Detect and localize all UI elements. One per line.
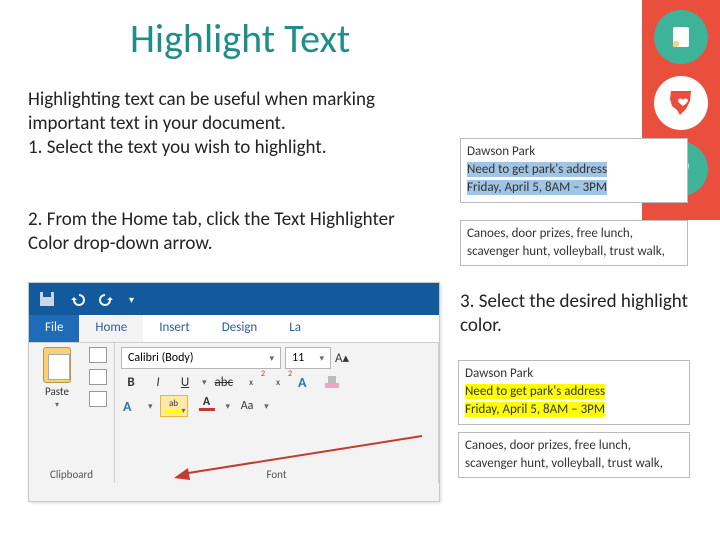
font-color-button[interactable]: A [195,395,219,417]
superscript-button[interactable]: x2 [268,372,288,392]
ribbon-tabs: File Home Insert Design La [29,315,439,343]
font-name-select[interactable]: Calibri (Body) ▾ [121,347,281,369]
tab-insert[interactable]: Insert [143,315,206,342]
font-group: Calibri (Body) ▾ 11 ▾ A▴ B I U ▾ abc x2 … [115,343,439,483]
page-title: Highlight Text [130,14,350,63]
paste-icon [43,347,71,383]
qat-dropdown-icon[interactable]: ▾ [129,293,134,306]
sample-line-selected: Need to get park's address [467,162,607,177]
increase-font-icon[interactable]: A▴ [335,351,349,366]
sample-line-selected: Friday, April 5, 8AM – 3PM [467,180,607,195]
format-painter-icon[interactable] [89,391,107,407]
change-case-button[interactable]: Aa [237,396,257,416]
sample-line: Dawson Park [465,365,683,383]
ohio-heart-icon [654,76,708,130]
highlight-color-swatch [165,410,183,414]
clipboard-group: Paste ▾ Clipboard [29,343,115,483]
underline-button[interactable]: U [175,372,195,392]
sample-highlighted: Dawson Park Need to get park's address F… [458,360,690,425]
clear-formatting-icon[interactable] [322,372,342,392]
chevron-down-icon: ▾ [182,406,186,416]
paste-label: Paste [45,385,69,398]
sample-line-highlighted: Need to get park's address [465,384,605,399]
clipboard-label: Clipboard [35,466,108,481]
font-name-value: Calibri (Body) [128,351,193,365]
undo-icon[interactable] [69,291,85,307]
text-effects-button[interactable]: A [295,372,315,392]
svg-text:A: A [298,374,307,391]
tab-layout[interactable]: La [273,315,317,342]
svg-text:A: A [123,398,132,415]
copy-icon[interactable] [89,369,107,385]
redo-icon[interactable] [99,291,115,307]
subscript-button[interactable]: x2 [241,372,261,392]
step-1: 1. Select the text you wish to highlight… [28,136,327,159]
quick-access-toolbar: ▾ [29,283,439,315]
text-effects-dropdown[interactable]: A [121,396,141,416]
intro-text: Highlighting text can be useful when mar… [28,88,375,135]
sample-line: Dawson Park [467,143,681,161]
step-3: 3. Select the desired highlight color. [460,290,690,338]
paste-button[interactable]: Paste ▾ [35,347,79,410]
font-color-A: A [203,396,210,408]
sample-rest: Canoes, door prizes, free lunch, scaveng… [458,432,690,478]
sample-selected: Dawson Park Need to get park's address F… [460,138,688,203]
step-2: 2. From the Home tab, click the Text Hig… [28,208,428,256]
highlight-ab: ab [169,398,178,409]
sample-rest: Canoes, door prizes, free lunch, scaveng… [460,220,688,266]
font-label: Font [121,466,432,481]
strikethrough-button[interactable]: abc [214,372,235,392]
tab-file[interactable]: File [29,315,79,342]
font-color-swatch [199,408,215,411]
sample-line-highlighted: Friday, April 5, 8AM – 3PM [465,402,605,417]
tab-design[interactable]: Design [206,315,273,342]
italic-button[interactable]: I [148,372,168,392]
tab-home[interactable]: Home [79,315,143,342]
word-ribbon: ▾ File Home Insert Design La Paste ▾ Cli… [28,282,440,502]
bold-button[interactable]: B [121,372,141,392]
cut-icon[interactable] [89,347,107,363]
chevron-down-icon: ▾ [319,353,324,364]
chevron-down-icon: ▾ [269,353,274,364]
touch-icon [654,10,708,64]
highlight-color-button[interactable]: ab ▾ [160,395,188,417]
intro-block: Highlighting text can be useful when mar… [28,88,428,159]
font-size-select[interactable]: 11 ▾ [285,347,331,369]
font-size-value: 11 [292,351,304,365]
save-icon[interactable] [39,291,55,307]
